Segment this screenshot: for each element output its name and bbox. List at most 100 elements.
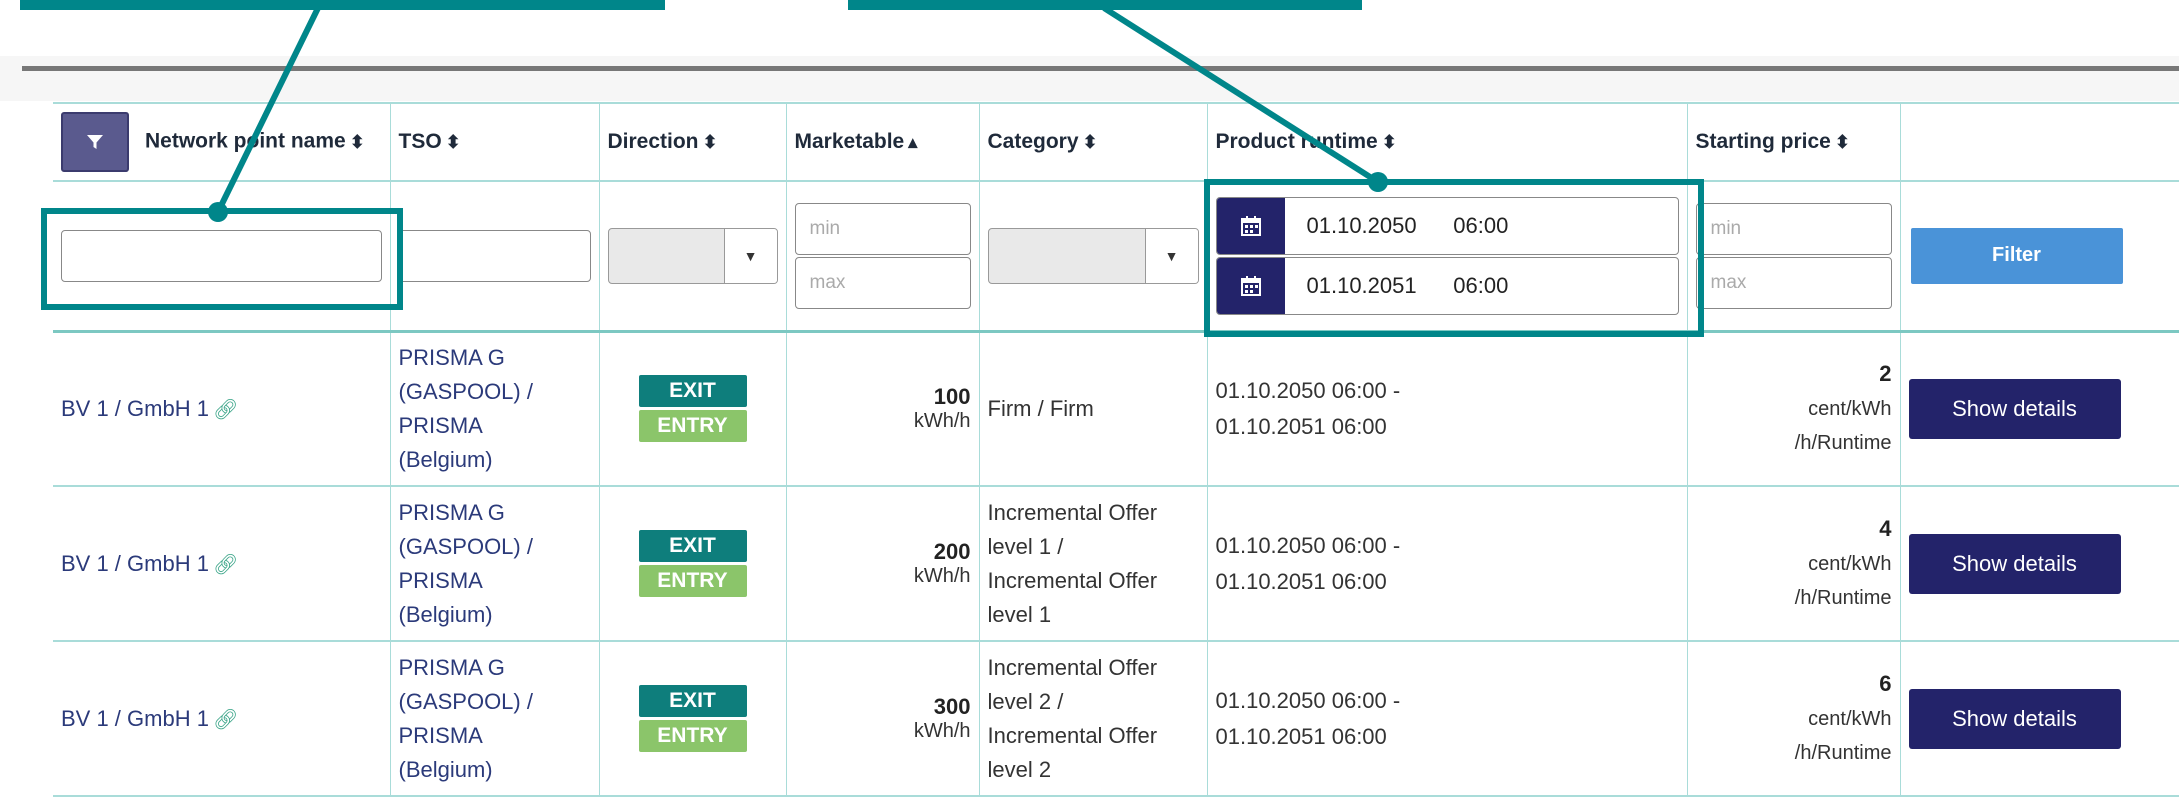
network-point-link[interactable]: BV 1 / GmbH 1 — [61, 551, 209, 576]
runtime-from-input[interactable]: 01.10.2050 06:00 — [1215, 196, 1679, 255]
header-row: Network point name ⬍ TSO ⬍ Direction ⬍ Mark… — [53, 103, 2179, 181]
price-cell: 4 cent/kWh/h/Runtime — [1687, 486, 1901, 641]
category-line: Incremental Offer — [987, 567, 1158, 593]
marketable-min-input[interactable]: min — [794, 202, 971, 255]
marketable-max-input[interactable]: max — [794, 256, 971, 309]
price-unit-runtime: /h/Runtime — [1794, 432, 1892, 455]
callout-bar-left — [20, 0, 665, 10]
price-cell: 6 cent/kWh/h/Runtime — [1687, 641, 1901, 796]
col-marketable[interactable]: Marketable ▴ — [786, 103, 980, 181]
callout-bar-right — [848, 0, 1362, 10]
network-point-link[interactable]: BV 1 / GmbH 1 — [61, 706, 209, 731]
direction-select[interactable]: ▼ — [607, 227, 778, 284]
capacity-table: Network point name ⬍ TSO ⬍ Direction ⬍ Mark… — [53, 102, 2179, 797]
category-line: Incremental Offer — [987, 499, 1158, 525]
network-point-filter-input[interactable] — [61, 229, 382, 282]
col-tso[interactable]: TSO ⬍ — [390, 103, 600, 181]
runtime-start: 01.10.2050 06:00 - — [1215, 687, 1401, 713]
sort-icon[interactable]: ⬍ — [1382, 132, 1397, 152]
tso-line: PRISMA G — [398, 344, 505, 370]
price-unit: cent/kWh — [1808, 553, 1892, 575]
header-label-direction: Direction — [607, 130, 699, 153]
marketable-value: 300 — [933, 694, 971, 719]
runtime-end: 01.10.2051 06:00 — [1215, 568, 1387, 594]
sort-icon[interactable]: ⬍ — [703, 132, 718, 152]
tso-line: PRISMA G — [398, 654, 505, 680]
runtime-to-input[interactable]: 01.10.2051 06:00 — [1215, 256, 1679, 315]
price-max-input[interactable]: max — [1695, 256, 1892, 309]
page-top-band — [0, 56, 2179, 101]
tso-cell: PRISMA G (GASPOOL) / PRISMA (Belgium) — [390, 641, 600, 796]
marketable-value: 100 — [933, 384, 971, 410]
price-value: 2 — [1879, 361, 1892, 387]
tso-filter-input[interactable] — [398, 229, 591, 282]
calendar-icon[interactable] — [1216, 257, 1285, 314]
runtime-cell: 01.10.2050 06:00 - 01.10.2051 06:00 — [1207, 641, 1688, 796]
sort-icon[interactable]: ⬍ — [1083, 132, 1098, 152]
entry-badge: ENTRY — [638, 565, 747, 597]
tso-line: PRISMA G — [398, 499, 505, 525]
header-label-price: Starting price — [1695, 130, 1831, 153]
exit-badge: EXIT — [638, 375, 747, 408]
marketable-value: 200 — [933, 539, 971, 564]
header-label-marketable: Marketable — [794, 130, 905, 153]
runtime-from-value: 01.10.2050 06:00 — [1306, 212, 1509, 238]
category-cell: Incremental Offer level 1 / Incremental … — [979, 486, 1208, 641]
filter-row: ▼ min max ▼ 01.10.2050 06:00 01.10.2051 … — [53, 181, 2179, 331]
col-network-point[interactable]: Network point name ⬍ — [53, 103, 391, 181]
sort-asc-icon[interactable]: ▴ — [908, 132, 917, 152]
show-details-button[interactable]: Show details — [1908, 378, 2121, 439]
table-row: BV 1 / GmbH 1 🔗︎ PRISMA G (GASPOOL) / PRI… — [53, 486, 2179, 641]
filter-button[interactable]: Filter — [1910, 227, 2123, 284]
marketable-cell: 200 kWh/h — [786, 486, 980, 641]
section-divider — [22, 66, 2179, 71]
link-icon[interactable]: 🔗︎ — [213, 554, 238, 576]
runtime-cell: 01.10.2050 06:00 - 01.10.2051 06:00 — [1207, 331, 1688, 486]
show-details-button[interactable]: Show details — [1908, 688, 2121, 749]
category-line: level 2 / — [987, 688, 1064, 714]
category-line: level 1 / — [987, 533, 1064, 559]
chevron-down-icon: ▼ — [723, 228, 777, 283]
category-line: Firm / Firm — [987, 395, 1094, 421]
filter-toggle-button[interactable] — [61, 112, 129, 172]
exit-badge: EXIT — [638, 685, 747, 717]
sort-icon[interactable]: ⬍ — [446, 132, 461, 152]
sort-icon[interactable]: ⬍ — [350, 132, 365, 152]
price-unit-runtime: /h/Runtime — [1794, 587, 1892, 609]
show-details-button[interactable]: Show details — [1908, 533, 2121, 594]
category-select[interactable]: ▼ — [987, 227, 1199, 284]
tso-line: (GASPOOL) / — [398, 533, 533, 559]
table-row: BV 1 / GmbH 1 🔗︎ PRISMA G (GASPOOL) / PRI… — [53, 331, 2179, 486]
price-min-input[interactable]: min — [1695, 202, 1892, 255]
tso-cell: PRISMA G (GASPOOL) / PRISMA (Belgium) — [390, 331, 600, 486]
link-icon[interactable]: 🔗︎ — [213, 709, 238, 731]
marketable-unit: kWh/h — [913, 410, 971, 433]
funnel-icon — [87, 135, 103, 149]
col-category[interactable]: Category ⬍ — [979, 103, 1208, 181]
link-icon[interactable]: 🔗︎ — [213, 399, 238, 421]
entry-badge: ENTRY — [638, 410, 747, 443]
col-starting-price[interactable]: Starting price ⬍ — [1687, 103, 1901, 181]
marketable-unit: kWh/h — [913, 720, 971, 742]
calendar-icon[interactable] — [1216, 197, 1285, 254]
runtime-end: 01.10.2051 06:00 — [1215, 413, 1387, 439]
header-label-category: Category — [987, 130, 1079, 153]
category-line: Incremental Offer — [987, 722, 1158, 748]
marketable-cell: 100 kWh/h — [786, 331, 980, 486]
tso-cell: PRISMA G (GASPOOL) / PRISMA (Belgium) — [390, 486, 600, 641]
price-unit: cent/kWh — [1808, 398, 1892, 421]
chevron-down-icon: ▼ — [1144, 228, 1198, 283]
category-cell: Firm / Firm — [979, 331, 1208, 486]
col-direction[interactable]: Direction ⬍ — [599, 103, 787, 181]
price-unit: cent/kWh — [1808, 708, 1892, 730]
tso-line: PRISMA — [398, 722, 483, 748]
network-point-link[interactable]: BV 1 / GmbH 1 — [61, 396, 209, 421]
price-value: 4 — [1879, 516, 1892, 541]
price-unit-runtime: /h/Runtime — [1794, 742, 1892, 764]
price-value: 6 — [1879, 671, 1892, 696]
tso-line: (GASPOOL) / — [398, 378, 533, 404]
exit-badge: EXIT — [638, 530, 747, 562]
col-product-runtime[interactable]: Product runtime ⬍ — [1207, 103, 1688, 181]
sort-icon[interactable]: ⬍ — [1835, 132, 1850, 152]
runtime-end: 01.10.2051 06:00 — [1215, 723, 1387, 749]
